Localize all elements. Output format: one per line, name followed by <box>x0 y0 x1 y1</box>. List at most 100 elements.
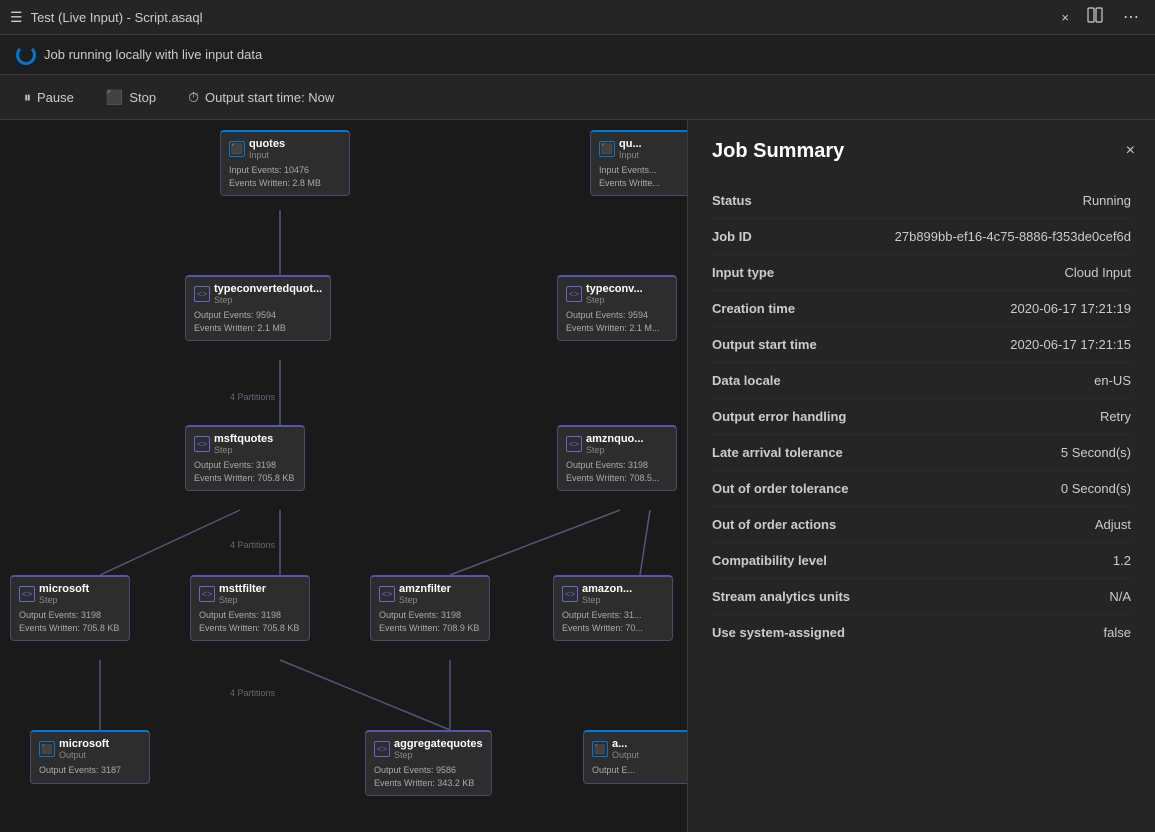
node-header: <> msttfilter Step <box>199 583 301 605</box>
summary-label: Input type <box>712 265 892 280</box>
node-header: ⬛ microsoft Output <box>39 738 141 760</box>
toolbar: ⏸ Pause ⬛ Stop ⏱ Output start time: Now <box>0 75 1155 120</box>
node-title: microsoft <box>59 738 109 750</box>
node-stat: Output Events: 3198 <box>19 609 121 622</box>
node-typeconv2[interactable]: <> typeconv... Step Output Events: 9594E… <box>557 275 677 341</box>
node-microsoft-output[interactable]: ⬛ microsoft Output Output Events: 3187 <box>30 730 150 784</box>
summary-row: Output error handling Retry <box>712 399 1131 435</box>
summary-value: 1.2 <box>892 553 1131 568</box>
node-msftquotes[interactable]: <> msftquotes Step Output Events: 3198Ev… <box>185 425 305 491</box>
summary-label: Job ID <box>712 229 892 244</box>
node-subtitle: Step <box>39 595 89 605</box>
summary-value: Cloud Input <box>892 265 1131 280</box>
node-title: qu... <box>619 138 642 150</box>
node-stat: Output Events: 3198 <box>194 459 296 472</box>
tab-title: Test (Live Input) - Script.asaql <box>31 10 1050 25</box>
summary-label: Status <box>712 193 892 208</box>
node-amazon[interactable]: <> amazon... Step Output Events: 31...Ev… <box>553 575 673 641</box>
menu-icon[interactable]: ☰ <box>10 9 23 26</box>
summary-label: Use system-assigned <box>712 625 892 640</box>
summary-row: Out of order tolerance 0 Second(s) <box>712 471 1131 507</box>
node-title: amznfilter <box>399 583 451 595</box>
step-icon: <> <box>566 436 582 452</box>
step-icon: <> <box>379 586 395 602</box>
summary-row: Out of order actions Adjust <box>712 507 1131 543</box>
node-subtitle: Step <box>582 595 632 605</box>
node-amznquo[interactable]: <> amznquo... Step Output Events: 3198Ev… <box>557 425 677 491</box>
step-icon: <> <box>374 741 390 757</box>
summary-label: Late arrival tolerance <box>712 445 892 460</box>
node-stat: Input Events: 10476 <box>229 164 341 177</box>
output-start-time-button[interactable]: ⏱ Output start time: Now <box>180 85 342 110</box>
node-title: amazon... <box>582 583 632 595</box>
partition-label: 4 Partitions <box>230 688 275 698</box>
summary-row: Late arrival tolerance 5 Second(s) <box>712 435 1131 471</box>
node-subtitle: Step <box>586 295 643 305</box>
step-icon: <> <box>19 586 35 602</box>
summary-row: Job ID 27b899bb-ef16-4c75-8886-f353de0ce… <box>712 219 1131 255</box>
summary-value: Adjust <box>892 517 1131 532</box>
output-icon: ⬛ <box>592 741 608 757</box>
node-header: ⬛ a... Output <box>592 738 687 760</box>
summary-label: Data locale <box>712 373 892 388</box>
more-actions-button[interactable]: ⋯ <box>1117 5 1145 29</box>
title-bar-actions: ⋯ <box>1081 5 1145 30</box>
node-subtitle: Step <box>214 445 273 455</box>
node-typeconvertedquot[interactable]: <> typeconvertedquot... Step Output Even… <box>185 275 331 341</box>
node-stat: Events Writte... <box>599 177 687 190</box>
node-msttfilter[interactable]: <> msttfilter Step Output Events: 3198Ev… <box>190 575 310 641</box>
summary-value: Running <box>892 193 1131 208</box>
summary-value: 2020-06-17 17:21:15 <box>892 337 1131 352</box>
status-text: Job running locally with live input data <box>44 47 262 62</box>
summary-label: Out of order tolerance <box>712 481 892 496</box>
stop-button[interactable]: ⬛ Stop <box>98 85 164 110</box>
step-icon: <> <box>562 586 578 602</box>
split-editor-button[interactable] <box>1081 5 1109 30</box>
node-title: quotes <box>249 138 285 150</box>
node-stat: Events Written: 705.8 KB <box>19 622 121 635</box>
node-title: typeconvertedquot... <box>214 283 322 295</box>
node-stat: Events Written: 2.8 MB <box>229 177 341 190</box>
summary-row: Data locale en-US <box>712 363 1131 399</box>
summary-value: en-US <box>892 373 1131 388</box>
summary-value: false <box>892 625 1131 640</box>
panel-title: Job Summary <box>712 140 1131 163</box>
node-quotes-input[interactable]: ⬛ quotes Input Input Events: 10476Events… <box>220 130 350 196</box>
node-title: amznquo... <box>586 433 643 445</box>
pause-icon: ⏸ <box>24 89 31 106</box>
summary-rows: Status Running Job ID 27b899bb-ef16-4c75… <box>712 183 1131 650</box>
node-header: <> microsoft Step <box>19 583 121 605</box>
summary-label: Output start time <box>712 337 892 352</box>
node-stat: Output Events: 31... <box>562 609 664 622</box>
node-header: ⬛ quotes Input <box>229 138 341 160</box>
summary-row: Output start time 2020-06-17 17:21:15 <box>712 327 1131 363</box>
node-stat: Output Events: 9586 <box>374 764 483 777</box>
summary-value: 0 Second(s) <box>892 481 1131 496</box>
summary-value: 5 Second(s) <box>892 445 1131 460</box>
diagram-canvas[interactable]: ⬛ quotes Input Input Events: 10476Events… <box>0 120 687 832</box>
node-microsoft[interactable]: <> microsoft Step Output Events: 3198Eve… <box>10 575 130 641</box>
node-stat: Events Written: 705.8 KB <box>194 472 296 485</box>
title-bar: ☰ Test (Live Input) - Script.asaql × ⋯ <box>0 0 1155 35</box>
node-title: microsoft <box>39 583 89 595</box>
node-stat: Events Written: 708.9 KB <box>379 622 481 635</box>
summary-value: 27b899bb-ef16-4c75-8886-f353de0cef6d <box>892 229 1131 244</box>
node-amznfilter[interactable]: <> amznfilter Step Output Events: 3198Ev… <box>370 575 490 641</box>
summary-label: Out of order actions <box>712 517 892 532</box>
node-subtitle: Output <box>612 750 639 760</box>
panel-close-button[interactable]: × <box>1122 138 1139 164</box>
node-subtitle: Step <box>219 595 266 605</box>
node-header: ⬛ qu... Input <box>599 138 687 160</box>
tab-close-button[interactable]: × <box>1057 8 1073 27</box>
node-stat: Events Written: 708.5... <box>566 472 668 485</box>
summary-row: Stream analytics units N/A <box>712 579 1131 615</box>
summary-label: Compatibility level <box>712 553 892 568</box>
node-quotes-input2[interactable]: ⬛ qu... Input Input Events...Events Writ… <box>590 130 687 196</box>
node-a-output[interactable]: ⬛ a... Output Output E... <box>583 730 687 784</box>
stop-icon: ⬛ <box>106 89 123 106</box>
summary-label: Stream analytics units <box>712 589 892 604</box>
node-aggregatequotes[interactable]: <> aggregatequotes Step Output Events: 9… <box>365 730 492 796</box>
summary-row: Input type Cloud Input <box>712 255 1131 291</box>
node-stat: Events Written: 2.1 M... <box>566 322 668 335</box>
pause-button[interactable]: ⏸ Pause <box>16 85 82 110</box>
